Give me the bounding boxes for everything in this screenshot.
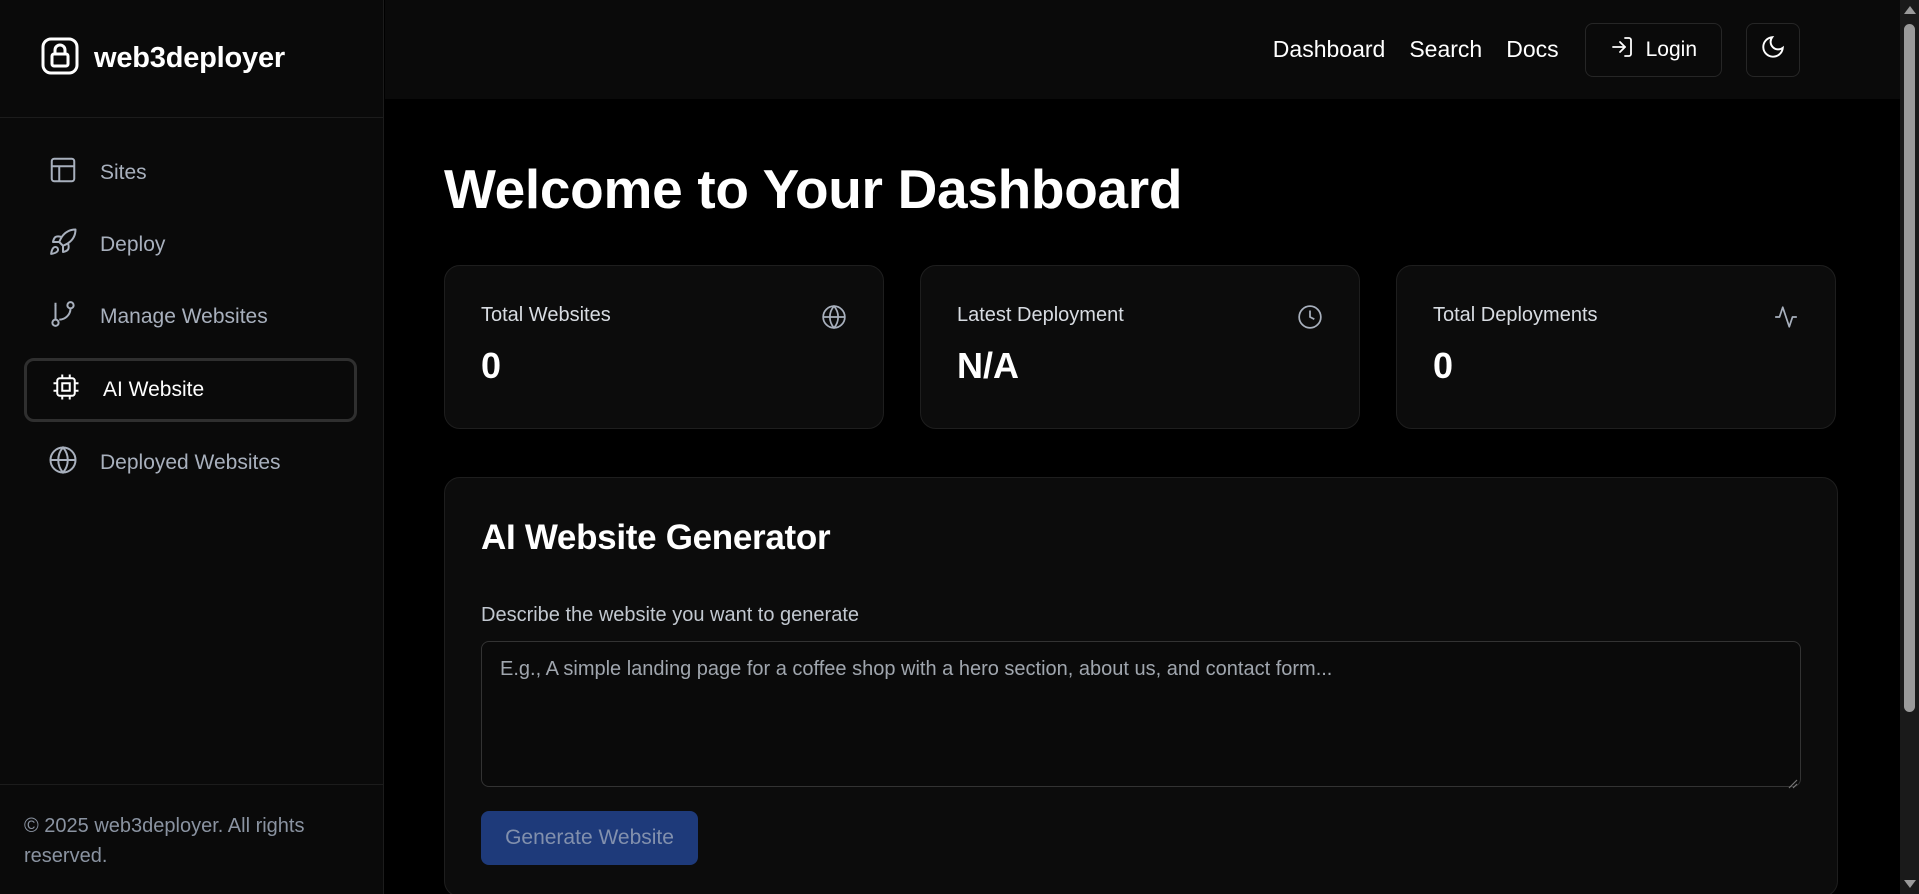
- generator-prompt-placeholder: E.g., A simple landing page for a coffee…: [500, 658, 1333, 680]
- generator-title: AI Website Generator: [481, 518, 831, 557]
- rocket-icon: [48, 227, 78, 263]
- lock-icon: [40, 36, 80, 81]
- scrollbar[interactable]: [1900, 0, 1919, 894]
- git-branch-icon: [48, 299, 78, 335]
- stat-card-total-deployments: Total Deployments 0: [1396, 265, 1836, 429]
- app: web3deployer Sites Deploy Manage Website…: [0, 0, 1919, 894]
- stat-card-latest-deployment: Latest Deployment N/A: [920, 265, 1360, 429]
- ai-generator-card: AI Website Generator Describe the websit…: [444, 477, 1838, 894]
- stat-value: N/A: [957, 345, 1019, 386]
- scroll-up-icon[interactable]: [1904, 6, 1916, 14]
- nav-link-docs[interactable]: Docs: [1506, 36, 1558, 63]
- generate-website-button[interactable]: Generate Website: [481, 811, 698, 865]
- main-content: Welcome to Your Dashboard Total Websites…: [444, 99, 1839, 894]
- sidebar-nav: Sites Deploy Manage Websites AI Website …: [0, 118, 383, 494]
- sidebar-item-sites[interactable]: Sites: [24, 142, 357, 204]
- stat-label: Total Websites: [481, 304, 611, 326]
- stat-value: 0: [481, 345, 502, 386]
- generator-prompt-input[interactable]: E.g., A simple landing page for a coffee…: [481, 641, 1801, 789]
- globe-icon: [821, 304, 847, 330]
- sidebar-item-deploy[interactable]: Deploy: [24, 214, 357, 276]
- scroll-down-icon[interactable]: [1904, 880, 1916, 888]
- nav-link-dashboard[interactable]: Dashboard: [1273, 36, 1386, 63]
- sidebar-item-label: AI Website: [103, 378, 205, 401]
- page-title: Welcome to Your Dashboard: [444, 158, 1183, 220]
- stat-value: 0: [1433, 345, 1454, 386]
- globe-icon: [48, 445, 78, 481]
- activity-icon: [1773, 304, 1799, 330]
- sidebar-item-label: Manage Websites: [100, 305, 268, 328]
- stat-label: Latest Deployment: [957, 304, 1124, 326]
- resize-handle-icon[interactable]: [1786, 772, 1798, 789]
- sidebar-item-label: Deploy: [100, 233, 166, 256]
- generator-prompt-label: Describe the website you want to generat…: [481, 604, 859, 626]
- layout-icon: [48, 155, 78, 191]
- moon-icon: [1760, 34, 1786, 65]
- login-label: Login: [1645, 37, 1697, 61]
- topbar: Dashboard Search Docs Login: [385, 0, 1900, 99]
- sidebar-item-ai-website[interactable]: AI Website: [24, 358, 357, 422]
- cpu-icon: [51, 372, 81, 408]
- log-in-icon: [1610, 35, 1634, 65]
- sidebar: web3deployer Sites Deploy Manage Website…: [0, 0, 384, 894]
- scroll-thumb[interactable]: [1904, 24, 1915, 712]
- sidebar-item-deployed-websites[interactable]: Deployed Websites: [24, 432, 357, 494]
- login-button[interactable]: Login: [1584, 22, 1722, 77]
- sidebar-footer: © 2025 web3deployer. All rights reserved…: [0, 784, 383, 894]
- brand[interactable]: web3deployer: [0, 0, 383, 118]
- stats-row: Total Websites 0 Latest Deployment N/A T…: [444, 265, 1839, 429]
- clock-icon: [1297, 304, 1323, 330]
- stat-card-total-websites: Total Websites 0: [444, 265, 884, 429]
- stat-label: Total Deployments: [1433, 304, 1598, 326]
- nav-link-search[interactable]: Search: [1409, 36, 1482, 63]
- theme-toggle-button[interactable]: [1746, 22, 1800, 77]
- sidebar-item-label: Sites: [100, 161, 147, 184]
- sidebar-item-label: Deployed Websites: [100, 451, 281, 474]
- brand-name: web3deployer: [94, 42, 285, 74]
- sidebar-item-manage-websites[interactable]: Manage Websites: [24, 286, 357, 348]
